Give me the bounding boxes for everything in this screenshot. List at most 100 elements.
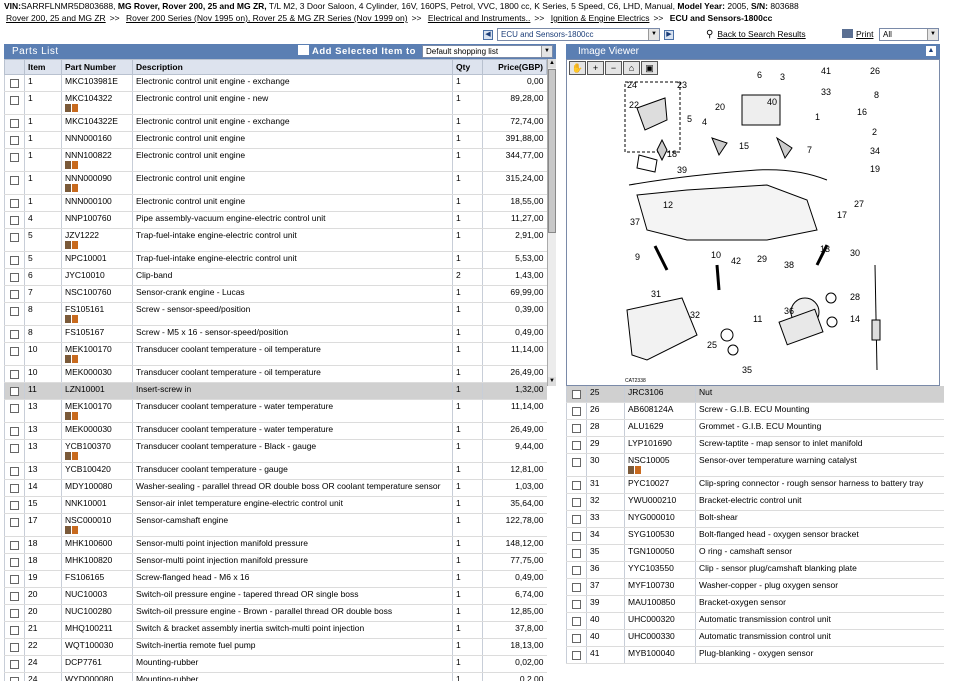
table-row[interactable]: 24 WYD000080 Mounting-rubber 1 0,2,00 [4,672,547,681]
callout-label[interactable]: 26 [870,66,880,76]
table-row[interactable]: 24 DCP7761 Mounting-rubber 1 0,02,00 [4,655,547,673]
callout-label[interactable]: 40 [767,97,777,107]
callout-label[interactable]: 25 [707,340,717,350]
part-info-icons[interactable] [65,104,129,113]
table-row[interactable]: 5 NPC10001 Trap-fuel-intake engine-electri… [4,251,547,269]
document-icon[interactable] [65,241,71,249]
table-row[interactable]: 20 NUC10003 Switch-oil pressure engine - t… [4,587,547,605]
table-row[interactable]: 39 MAU100850 Bracket-oxygen sensor [566,595,944,613]
callout-label[interactable]: 5 [687,114,692,124]
table-row[interactable]: 26 AB608124A Screw - G.I.B. ECU Mounting [566,402,944,420]
table-row[interactable]: 20 NUC100280 Switch-oil pressure engine - … [4,604,547,622]
row-checkbox[interactable] [10,677,19,681]
document-icon[interactable] [65,452,71,460]
row-checkbox[interactable] [10,256,19,265]
callout-label[interactable]: 32 [690,310,700,320]
row-checkbox[interactable] [10,216,19,225]
part-info-icons[interactable] [65,526,129,535]
row-checkbox[interactable] [10,79,19,88]
image-icon[interactable] [635,466,641,474]
callout-label[interactable]: 16 [857,107,867,117]
table-row[interactable]: 18 MHK100600 Sensor-multi point injection … [4,536,547,554]
row-checkbox[interactable] [10,467,19,476]
row-checkbox[interactable] [10,501,19,510]
row-checkbox[interactable] [10,290,19,299]
zoom-out-icon[interactable]: − [605,61,622,75]
row-checkbox[interactable] [10,575,19,584]
row-checkbox[interactable] [10,273,19,282]
table-row[interactable]: 28 ALU1629 Grommet - G.I.B. ECU Mounting [566,419,944,437]
table-row[interactable]: 29 LYP101690 Screw-taptite - map sensor to… [566,436,944,454]
table-row[interactable]: 10 MEK100170 Transducer coolant temperatur… [4,342,547,366]
add-selected-button[interactable]: Add Selected Item to [298,44,416,59]
callout-label[interactable]: 17 [837,210,847,220]
document-icon[interactable] [65,526,71,534]
row-checkbox[interactable] [10,558,19,567]
part-info-icons[interactable] [65,412,129,421]
callout-label[interactable]: 28 [850,292,860,302]
table-row[interactable]: 33 NYG000010 Bolt-shear [566,510,944,528]
part-info-icons[interactable] [628,466,692,475]
callout-label[interactable]: 27 [854,199,864,209]
table-row[interactable]: 40 UHC000330 Automatic transmission contro… [566,629,944,647]
table-row[interactable]: 1 NNN000100 Electronic control unit engine… [4,194,547,212]
table-row[interactable]: 13 MEK100170 Transducer coolant temperatur… [4,399,547,423]
image-viewer[interactable]: 24 23 6 41 26 3 33 8 20 40 22 4 5 1 16 2… [566,59,940,386]
callout-label[interactable]: 34 [870,146,880,156]
row-checkbox[interactable] [572,481,581,490]
table-row[interactable]: 37 MYF100730 Washer-copper - plug oxygen s… [566,578,944,596]
callout-label[interactable]: 14 [850,314,860,324]
print-scope-select[interactable]: All ▼ [879,28,939,41]
table-row[interactable]: 1 MKC104322E Electronic control unit engin… [4,114,547,132]
callout-label[interactable]: 30 [850,248,860,258]
document-icon[interactable] [65,315,71,323]
callout-label[interactable]: 10 [711,250,721,260]
row-checkbox[interactable] [572,532,581,541]
table-row[interactable]: 25 JRC3106 Nut [566,386,944,403]
row-checkbox[interactable] [10,427,19,436]
table-row[interactable]: 1 NNN000090 Electronic control unit engine… [4,171,547,195]
document-icon[interactable] [65,355,71,363]
row-checkbox[interactable] [572,549,581,558]
image-icon[interactable] [72,161,78,169]
table-row[interactable]: 34 SYG100530 Bolt-flanged head - oxygen se… [566,527,944,545]
row-checkbox[interactable] [10,484,19,493]
row-checkbox[interactable] [10,609,19,618]
row-checkbox[interactable] [10,444,19,453]
scrollbar-thumb[interactable] [548,69,556,233]
document-icon[interactable] [65,161,71,169]
scroll-up-arrow-icon[interactable]: ▲ [548,59,556,68]
callout-label[interactable]: 38 [784,260,794,270]
callout-label[interactable]: 9 [635,252,640,262]
table-row[interactable]: 1 MKC104322 Electronic control unit engine… [4,91,547,115]
callout-label[interactable]: 41 [821,66,831,76]
callout-label[interactable]: 36 [784,306,794,316]
callout-label[interactable]: 12 [663,200,673,210]
hand-icon[interactable]: ✋ [569,61,586,75]
image-icon[interactable] [72,184,78,192]
callout-label[interactable]: 6 [757,70,762,80]
part-info-icons[interactable] [65,355,129,364]
document-icon[interactable] [65,184,71,192]
row-checkbox[interactable] [10,153,19,162]
callout-label[interactable]: 13 [820,244,830,254]
column-header-description[interactable]: Description [132,59,453,75]
table-row[interactable]: 11 LZN10001 Insert-screw in 1 1,32,00 [4,382,547,400]
part-info-icons[interactable] [65,184,129,193]
row-checkbox[interactable] [572,390,581,399]
image-icon[interactable] [72,315,78,323]
callout-label[interactable]: 15 [739,141,749,151]
table-row[interactable]: 8 FS105161 Screw - sensor-speed/position 1 0… [4,302,547,326]
image-icon[interactable] [72,241,78,249]
table-row[interactable]: 31 PYC10027 Clip-spring connector - rough … [566,476,944,494]
table-row[interactable]: 36 YYC103550 Clip - sensor plug/camshaft b… [566,561,944,579]
column-header-price[interactable]: Price(GBP) [482,59,547,75]
collapse-icon[interactable]: ▲ [926,46,936,56]
callout-label[interactable]: 33 [821,87,831,97]
table-row[interactable]: 41 MYB100040 Plug-blanking - oxygen sensor [566,646,944,664]
row-checkbox[interactable] [10,643,19,652]
table-row[interactable]: 5 JZV1222 Trap-fuel-intake engine-electric… [4,228,547,252]
row-checkbox[interactable] [572,600,581,609]
table-row[interactable]: 14 MDY100080 Washer-sealing - parallel thr… [4,479,547,497]
row-checkbox[interactable] [572,441,581,450]
